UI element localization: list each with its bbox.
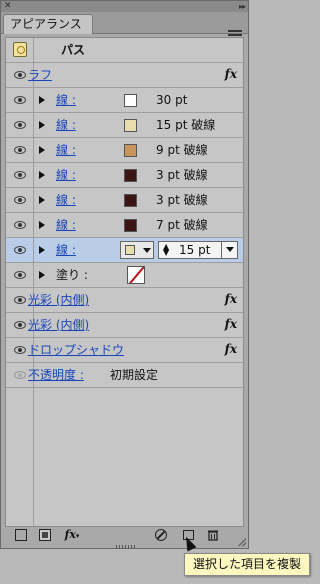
stroke-link[interactable]: 線 : [56, 193, 76, 208]
eye-icon[interactable] [14, 321, 26, 329]
list-item-stroke[interactable]: 線 : 30 pt [6, 88, 243, 113]
effect-link-rough[interactable]: ラフ [28, 68, 52, 83]
panel-bottom-bar: fx▾ [5, 527, 244, 545]
stroke-color-swatch [125, 245, 135, 255]
stroke-color-swatch[interactable] [124, 144, 137, 157]
fx-menu-icon[interactable]: fx▾ [63, 529, 81, 541]
list-item-drop-shadow[interactable]: ドロップシャドウ fx [6, 338, 243, 363]
effect-link-inner-glow[interactable]: 光彩 (内側) [28, 318, 89, 333]
stroke-link[interactable]: 線 : [56, 143, 76, 158]
list-item-rough[interactable]: ラフ fx [6, 63, 243, 88]
stroke-weight-value: 15 pt [179, 243, 211, 257]
list-item-stroke[interactable]: 線 : 15 pt 破線 [6, 113, 243, 138]
appearance-panel: ✕ ▸▸ アピアランス パス ラフ fx 線 : 30 pt 線: 15 pt… [0, 0, 249, 549]
fx-icon[interactable]: fx [225, 342, 237, 356]
list-item-stroke[interactable]: 線 : 3 pt 破線 [6, 163, 243, 188]
fx-icon[interactable]: fx [225, 67, 237, 81]
disclosure-triangle-icon[interactable] [39, 271, 45, 279]
add-stroke-icon[interactable] [15, 529, 27, 541]
fill-label: 塗り : [56, 268, 88, 282]
tab-appearance[interactable]: アピアランス [3, 14, 93, 34]
panel-tab-bar: アピアランス [1, 12, 248, 40]
stroke-value: 7 pt 破線 [156, 218, 208, 232]
eye-icon[interactable] [14, 171, 26, 179]
fx-icon[interactable]: fx [225, 317, 237, 331]
eye-icon[interactable] [14, 221, 26, 229]
eye-icon[interactable] [14, 121, 26, 129]
disclosure-triangle-icon[interactable] [39, 221, 45, 229]
effect-link-inner-glow[interactable]: 光彩 (内側) [28, 293, 89, 308]
eye-column [6, 38, 34, 62]
list-item-opacity[interactable]: 不透明度 : 初期設定 [6, 363, 243, 388]
stroke-link[interactable]: 線 : [56, 243, 76, 258]
appearance-list: パス ラフ fx 線 : 30 pt 線 : 15 pt 破線 線 : 9 pt… [5, 37, 244, 527]
stroke-weight-field[interactable]: ▲ ▼ 15 pt [158, 241, 238, 259]
close-icon[interactable]: ✕ [4, 1, 12, 12]
list-item-stroke[interactable]: 線 : 7 pt 破線 [6, 213, 243, 238]
stroke-link[interactable]: 線 : [56, 168, 76, 183]
stroke-link[interactable]: 線 : [56, 218, 76, 233]
eye-icon[interactable] [14, 346, 26, 354]
disclosure-triangle-icon[interactable] [39, 121, 45, 129]
stroke-color-swatch[interactable] [124, 119, 137, 132]
stroke-value: 9 pt 破線 [156, 143, 208, 157]
tooltip: 選択した項目を複製 [184, 553, 310, 576]
eye-icon[interactable] [14, 196, 26, 204]
stroke-link[interactable]: 線 : [56, 93, 76, 108]
no-fill-swatch-icon[interactable] [127, 266, 145, 284]
stroke-value: 3 pt 破線 [156, 193, 208, 207]
disclosure-triangle-icon[interactable] [39, 146, 45, 154]
effect-link-drop-shadow[interactable]: ドロップシャドウ [28, 343, 124, 358]
panel-resize-grip[interactable] [116, 545, 136, 549]
stepper-icon[interactable]: ▲ ▼ [163, 243, 169, 257]
stroke-color-swatch[interactable] [124, 94, 137, 107]
path-thumbnail-icon [13, 42, 27, 57]
list-item-inner-glow[interactable]: 光彩 (内側) fx [6, 313, 243, 338]
object-row[interactable]: パス [6, 38, 243, 63]
list-item-fill[interactable]: 塗り : [6, 263, 243, 288]
disclosure-triangle-icon[interactable] [39, 96, 45, 104]
collapse-icon[interactable]: ▸▸ [239, 1, 246, 12]
chevron-down-icon [226, 247, 234, 252]
opacity-value: 初期設定 [110, 368, 159, 382]
disclosure-triangle-icon[interactable] [39, 171, 45, 179]
stroke-link[interactable]: 線 : [56, 118, 76, 133]
eye-icon[interactable] [14, 146, 26, 154]
eye-icon[interactable] [14, 71, 26, 79]
stroke-color-swatch[interactable] [124, 219, 137, 232]
fx-icon[interactable]: fx [225, 292, 237, 306]
eye-icon[interactable] [14, 271, 26, 279]
opacity-link[interactable]: 不透明度 : [28, 368, 84, 383]
list-item-stroke-selected[interactable]: 線 : ▲ ▼ 15 pt [6, 238, 243, 263]
list-item-stroke[interactable]: 線 : 9 pt 破線 [6, 138, 243, 163]
stroke-color-dropdown[interactable] [120, 241, 154, 259]
stroke-value: 3 pt 破線 [156, 168, 208, 182]
eye-icon [14, 371, 26, 379]
stroke-value: 15 pt 破線 [156, 118, 216, 132]
delete-trash-icon[interactable] [207, 529, 219, 541]
stroke-value: 30 pt [156, 93, 188, 107]
add-fill-icon[interactable] [39, 529, 51, 541]
stroke-color-swatch[interactable] [124, 194, 137, 207]
list-item-stroke[interactable]: 線 : 3 pt 破線 [6, 188, 243, 213]
object-label: パス [61, 43, 86, 57]
clear-appearance-icon[interactable] [155, 529, 167, 541]
eye-icon[interactable] [14, 296, 26, 304]
stroke-color-swatch[interactable] [124, 169, 137, 182]
disclosure-triangle-icon[interactable] [39, 246, 45, 254]
chevron-down-icon [143, 248, 151, 253]
eye-icon[interactable] [14, 246, 26, 254]
tab-label: アピアランス [10, 17, 82, 31]
disclosure-triangle-icon[interactable] [39, 196, 45, 204]
eye-icon[interactable] [14, 96, 26, 104]
list-item-inner-glow[interactable]: 光彩 (内側) fx [6, 288, 243, 313]
resize-corner-icon[interactable] [238, 538, 246, 546]
